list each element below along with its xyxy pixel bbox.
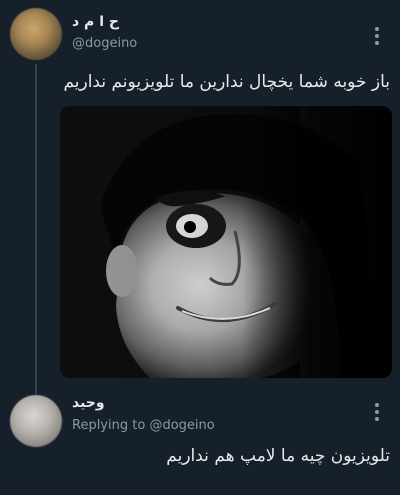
replying-to-prefix: Replying to [72, 418, 146, 433]
main-tweet-avatar-icon[interactable] [10, 8, 62, 60]
reply-tweet-author-name[interactable]: وحید [72, 395, 105, 411]
main-tweet-author-name[interactable]: ح ا م د [72, 14, 119, 30]
main-tweet-author-handle[interactable]: @dogeino [72, 36, 137, 51]
replying-to-handle-link[interactable]: @dogeino [149, 418, 214, 433]
main-tweet-menu-icon[interactable] [371, 24, 383, 48]
reply-tweet-menu-icon[interactable] [371, 400, 383, 424]
main-tweet-media-image[interactable] [60, 106, 392, 378]
main-tweet-text: باز خوبه شما یخچال ندارین ما تلویزیونم ن… [63, 72, 390, 92]
reply-tweet-text: تلویزیون چیه ما لامپ هم نداریم [166, 446, 390, 466]
reply-tweet-avatar-icon[interactable] [10, 395, 62, 447]
meme-face-icon [60, 106, 392, 378]
replying-to-line: Replying to @dogeino [72, 418, 215, 433]
reply-tweet[interactable] [0, 385, 400, 495]
